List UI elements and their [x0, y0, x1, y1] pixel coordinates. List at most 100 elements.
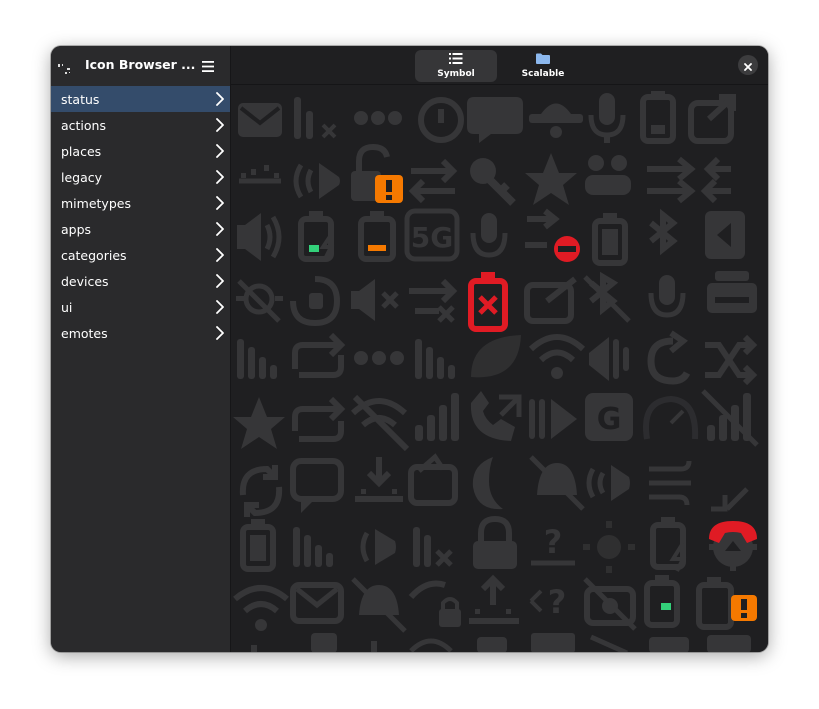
lock-icon[interactable]	[473, 515, 517, 569]
volume-muted-icon[interactable]	[351, 279, 399, 321]
download-icon[interactable]	[355, 457, 403, 502]
camera-disabled-icon[interactable]	[583, 577, 637, 631]
arrows-right-icon[interactable]	[647, 156, 696, 204]
view-more-icon[interactable]	[354, 111, 402, 125]
speedometer-icon[interactable]	[643, 395, 699, 440]
brightness-low-icon[interactable]	[239, 165, 281, 184]
message-icon[interactable]	[290, 458, 344, 513]
svg-text:G: G	[597, 402, 622, 437]
sync-icon[interactable]	[292, 396, 346, 442]
signal-weak-icon[interactable]	[415, 339, 455, 379]
sidebar-item-devices[interactable]: devices	[51, 268, 230, 294]
weather-windy-icon[interactable]	[649, 460, 692, 506]
speaker-playing-icon[interactable]	[293, 163, 340, 199]
refresh-icon[interactable]	[239, 465, 283, 517]
notification-disabled-icon[interactable]	[529, 455, 585, 511]
mail-unread-icon[interactable]	[290, 582, 344, 624]
rotate-icon[interactable]	[647, 330, 691, 385]
brightness-icon[interactable]	[583, 521, 635, 573]
microphone-sensitivity-icon[interactable]	[648, 275, 686, 318]
mail-refresh-icon[interactable]	[408, 453, 458, 506]
sidebar-item-label: places	[61, 143, 102, 159]
mail-icon[interactable]	[238, 103, 282, 137]
user-group-icon[interactable]	[585, 155, 631, 195]
battery-empty-icon[interactable]	[592, 213, 628, 266]
sidebar-item-mimetypes[interactable]: mimetypes	[51, 190, 230, 216]
lock-rotation-icon[interactable]	[408, 580, 461, 628]
audio-playing-icon[interactable]	[529, 399, 577, 439]
network-5g-icon[interactable]: 5G	[404, 208, 460, 262]
mail-send-icon[interactable]	[524, 276, 577, 324]
wifi-disabled-icon[interactable]	[350, 394, 410, 452]
transfer-error-icon[interactable]	[409, 278, 458, 323]
battery-full-icon[interactable]	[240, 519, 276, 572]
warning-badge-icon[interactable]	[731, 595, 757, 621]
key-icon[interactable]	[470, 158, 516, 206]
battery-charging-icon[interactable]	[650, 517, 687, 572]
wifi-low-icon[interactable]	[233, 585, 289, 631]
sidebar-item-label: legacy	[61, 169, 103, 185]
network-cellular-none-icon[interactable]	[294, 97, 337, 139]
battery-charging-low-icon[interactable]	[298, 211, 335, 262]
sunrise-icon[interactable]	[469, 574, 519, 624]
shuffle-icon[interactable]	[705, 334, 758, 386]
volume-high-icon[interactable]	[237, 213, 282, 261]
arrows-left-icon[interactable]	[700, 156, 731, 204]
alarm-icon[interactable]	[418, 97, 464, 143]
microphone-disabled-icon[interactable]	[470, 213, 508, 258]
help-question-icon[interactable]: ?	[531, 523, 575, 566]
audio-volume-icon[interactable]	[586, 465, 630, 501]
transfer-arrows-icon[interactable]	[408, 158, 458, 204]
view-switch-scalable[interactable]: Scalable	[502, 50, 584, 82]
sidebar-item-places[interactable]: places	[51, 138, 230, 164]
network-g-icon[interactable]: G	[585, 393, 633, 441]
sidebar-item-apps[interactable]: apps	[51, 216, 230, 242]
speaker-icon[interactable]	[589, 337, 629, 381]
media-skip-backward-icon[interactable]	[705, 211, 745, 259]
battery-warning-icon[interactable]	[696, 577, 734, 630]
bluetooth-icon[interactable]	[649, 208, 678, 256]
sidebar-item-legacy[interactable]: legacy	[51, 164, 230, 190]
network-bars-icon[interactable]	[293, 527, 333, 567]
chevron-right-icon	[215, 300, 225, 317]
send-to-icon[interactable]	[688, 94, 736, 144]
battery-missing-icon[interactable]	[468, 272, 508, 332]
wifi-icon[interactable]	[528, 334, 586, 379]
battery-caution-icon[interactable]	[358, 211, 396, 262]
hamburger-menu-icon[interactable]	[201, 58, 215, 77]
view-more-horizontal-icon[interactable]	[354, 351, 404, 365]
airplane-mode-icon[interactable]	[529, 103, 583, 139]
cellular-disabled-icon[interactable]	[413, 527, 453, 567]
sidebar-item-actions[interactable]: actions	[51, 112, 230, 138]
sidebar-item-ui[interactable]: ui	[51, 294, 230, 320]
signal-excellent-icon[interactable]	[415, 393, 459, 441]
moon-icon[interactable]	[472, 457, 503, 510]
starred-icon[interactable]	[525, 153, 577, 205]
phone-missed-icon[interactable]	[470, 391, 522, 441]
close-button[interactable]	[738, 55, 758, 75]
night-light-disabled-icon[interactable]	[236, 279, 283, 323]
lock-warning-icon[interactable]	[351, 143, 403, 203]
chevron-right-icon	[215, 92, 225, 109]
leaf-icon[interactable]	[471, 335, 521, 378]
battery-charging-level-icon[interactable]	[644, 575, 680, 628]
view-switch-symbol[interactable]: Symbol	[415, 50, 497, 82]
rotation-lock-icon[interactable]	[290, 276, 341, 327]
chevron-right-icon	[215, 274, 225, 291]
signal-strength-icon[interactable]	[237, 339, 277, 379]
sidebar-item-categories[interactable]: categories	[51, 242, 230, 268]
signal-disabled-icon[interactable]	[701, 389, 759, 447]
speaker-low-icon[interactable]	[360, 529, 396, 565]
call-blocked-icon[interactable]	[525, 208, 580, 262]
chat-bubble-icon[interactable]	[467, 97, 523, 143]
help-transfer-icon[interactable]: ?	[529, 583, 566, 621]
star-half-icon[interactable]	[233, 397, 285, 449]
battery-low-icon[interactable]	[640, 91, 676, 144]
bluetooth-disabled-icon[interactable]	[583, 271, 631, 323]
sidebar-item-emotes[interactable]: emotes	[51, 320, 230, 346]
notifications-disabled-icon[interactable]	[351, 577, 407, 633]
repeat-icon[interactable]	[292, 332, 346, 378]
microphone-icon[interactable]	[588, 93, 626, 143]
sidebar-item-status[interactable]: status	[51, 86, 230, 112]
printer-icon[interactable]	[707, 271, 757, 313]
